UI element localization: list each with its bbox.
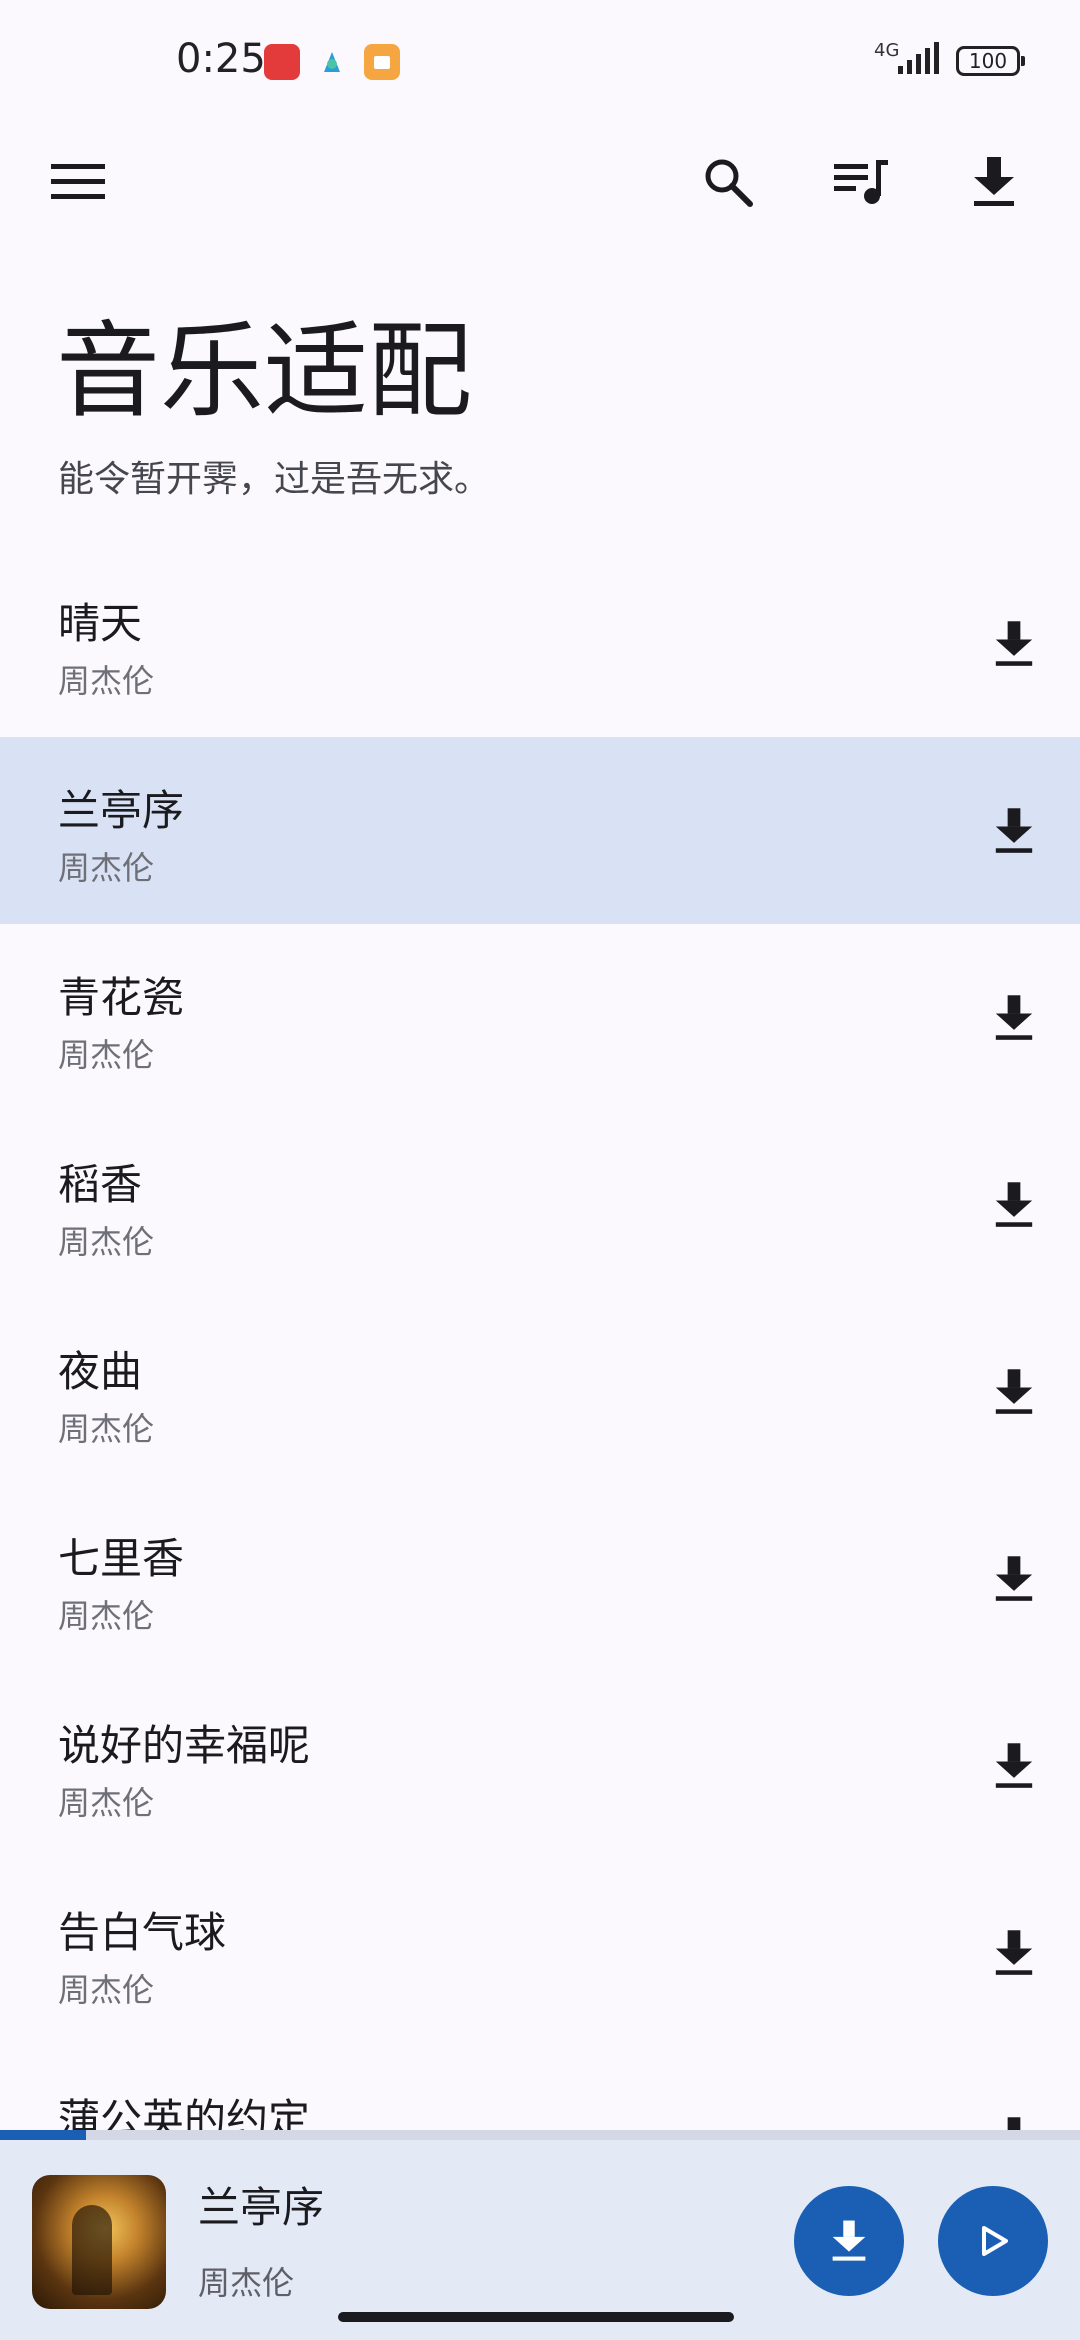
song-row[interactable]: 七里香 周杰伦 [0, 1485, 1080, 1672]
battery-level: 100 [968, 49, 1008, 73]
song-title: 晴天 [58, 599, 143, 648]
app-notification-icon [314, 44, 350, 80]
song-artist: 周杰伦 [58, 1223, 155, 1261]
playlist-button[interactable] [822, 142, 902, 222]
play-button[interactable] [938, 2186, 1048, 2296]
song-download-button[interactable] [974, 1913, 1054, 1993]
song-download-button[interactable] [974, 791, 1054, 871]
download-icon [995, 1369, 1033, 1414]
download-icon [995, 995, 1033, 1040]
song-row[interactable]: 稻香 周杰伦 [0, 1111, 1080, 1298]
song-download-button[interactable] [974, 1726, 1054, 1806]
song-download-button[interactable] [974, 1165, 1054, 1245]
battery-indicator: 100 [956, 46, 1025, 76]
song-title: 青花瓷 [58, 973, 185, 1022]
mini-player[interactable]: 兰亭序 周杰伦 [0, 2140, 1080, 2340]
netease-music-notification-icon [264, 44, 300, 80]
song-download-button[interactable] [974, 604, 1054, 684]
signal-icon [898, 42, 939, 74]
song-artist: 周杰伦 [58, 1410, 155, 1448]
song-title: 说好的幸福呢 [58, 1721, 311, 1770]
download-icon [995, 808, 1033, 853]
download-icon [995, 1743, 1033, 1788]
song-title: 告白气球 [58, 1908, 227, 1957]
downloads-button[interactable] [954, 142, 1034, 222]
song-artist: 周杰伦 [58, 849, 155, 887]
app-notification-icon-2 [364, 44, 400, 80]
song-artist: 周杰伦 [58, 662, 155, 700]
song-row[interactable]: 青花瓷 周杰伦 [0, 924, 1080, 1111]
song-download-button[interactable] [974, 978, 1054, 1058]
search-button[interactable] [688, 142, 768, 222]
page-title: 音乐适配 [56, 310, 473, 432]
now-playing-artist: 周杰伦 [198, 2264, 295, 2302]
song-artist: 周杰伦 [58, 1036, 155, 1074]
status-time: 0:25 [176, 36, 266, 82]
download-icon [974, 157, 1014, 206]
song-title: 稻香 [58, 1160, 143, 1209]
download-icon [995, 621, 1033, 666]
player-download-button[interactable] [794, 2186, 904, 2296]
song-row[interactable]: 说好的幸福呢 周杰伦 [0, 1672, 1080, 1859]
download-icon [995, 1930, 1033, 1975]
download-icon [832, 2220, 866, 2261]
song-row-selected[interactable]: 兰亭序 周杰伦 [0, 737, 1080, 924]
song-artist: 周杰伦 [58, 1971, 155, 2009]
album-cover [32, 2175, 166, 2309]
play-icon [982, 2226, 1008, 2256]
song-artist: 周杰伦 [58, 1784, 155, 1822]
download-icon [995, 1556, 1033, 1601]
song-title: 夜曲 [58, 1347, 143, 1396]
song-row[interactable]: 夜曲 周杰伦 [0, 1298, 1080, 1485]
download-icon [995, 1182, 1033, 1227]
song-title: 七里香 [58, 1534, 185, 1583]
hamburger-menu-icon [51, 164, 105, 199]
search-icon [705, 159, 753, 207]
playback-progress-fill [0, 2130, 87, 2140]
status-bar: 0:25 4G 100 [0, 0, 1080, 120]
song-list: 晴天 周杰伦 兰亭序 周杰伦 青花瓷 周杰伦 稻香 周杰伦 夜曲 周杰伦 七里香 [0, 550, 1080, 2233]
menu-button[interactable] [38, 142, 118, 222]
song-title: 兰亭序 [58, 786, 185, 835]
top-app-bar [0, 120, 1080, 240]
song-row[interactable]: 晴天 周杰伦 [0, 550, 1080, 737]
playback-progress-bar[interactable] [0, 2130, 1080, 2140]
song-download-button[interactable] [974, 1352, 1054, 1432]
page-subtitle: 能令暂开霁，过是吾无求。 [58, 459, 491, 500]
now-playing-title: 兰亭序 [198, 2183, 325, 2232]
song-artist: 周杰伦 [58, 1597, 155, 1635]
song-row[interactable]: 告白气球 周杰伦 [0, 1859, 1080, 2046]
playlist-music-icon [834, 160, 888, 204]
song-download-button[interactable] [974, 1539, 1054, 1619]
home-indicator[interactable] [338, 2312, 734, 2322]
